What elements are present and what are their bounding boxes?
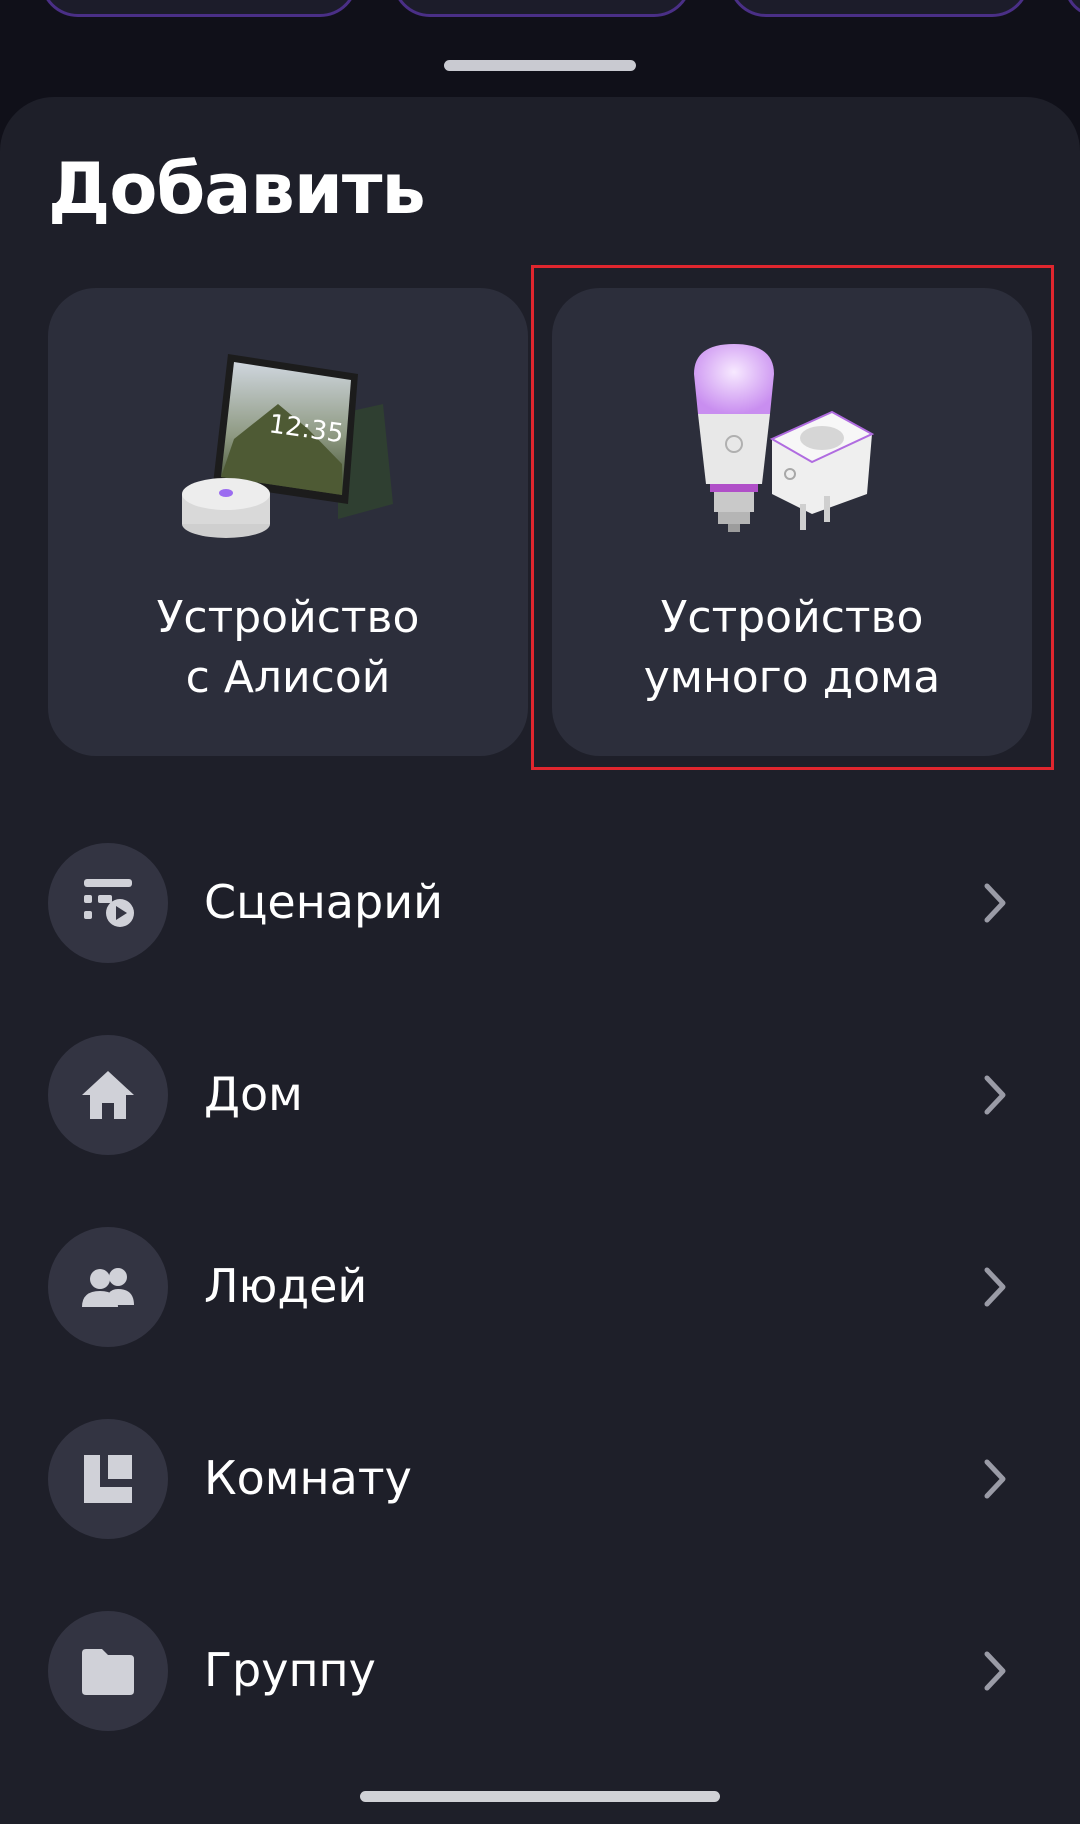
menu-item-room[interactable]: Комнату [0,1404,1080,1554]
alice-device-label-line1: Устройство [156,592,420,643]
background-card [1064,0,1080,17]
chevron-right-icon [984,1459,1006,1499]
scenario-icon [48,843,168,963]
home-indicator[interactable] [360,1791,720,1802]
menu-item-label: Сценарий [204,875,443,929]
menu-item-group[interactable]: Группу [0,1596,1080,1746]
menu-item-label: Людей [204,1259,368,1313]
menu-item-people[interactable]: Людей [0,1212,1080,1362]
chevron-right-icon [984,1075,1006,1115]
highlight-box [531,265,1054,770]
menu-item-label: Группу [204,1643,376,1697]
menu-item-label: Дом [204,1067,303,1121]
chevron-right-icon [984,1267,1006,1307]
alice-device-label-line2: с Алисой [185,652,391,703]
home-icon [48,1035,168,1155]
people-icon [48,1227,168,1347]
background-card [392,0,692,17]
menu-item-label: Комнату [204,1451,412,1505]
background-content [0,0,1080,30]
background-card [728,0,1030,17]
alice-device-label: Устройство с Алисой [48,588,528,708]
chevron-right-icon [984,883,1006,923]
sheet-drag-handle[interactable] [444,60,636,71]
chevron-right-icon [984,1651,1006,1691]
background-card [40,0,358,17]
room-icon [48,1419,168,1539]
screen: Добавить 12:35 Устройство с Алисой Устро… [0,0,1080,1824]
alice-device-card[interactable]: 12:35 Устройство с Алисой [48,288,528,756]
alice-devices-illustration: 12:35 [182,354,393,538]
folder-icon [48,1611,168,1731]
sheet-title: Добавить [48,148,426,230]
menu-item-home[interactable]: Дом [0,1020,1080,1170]
menu-item-scenario[interactable]: Сценарий [0,828,1080,978]
